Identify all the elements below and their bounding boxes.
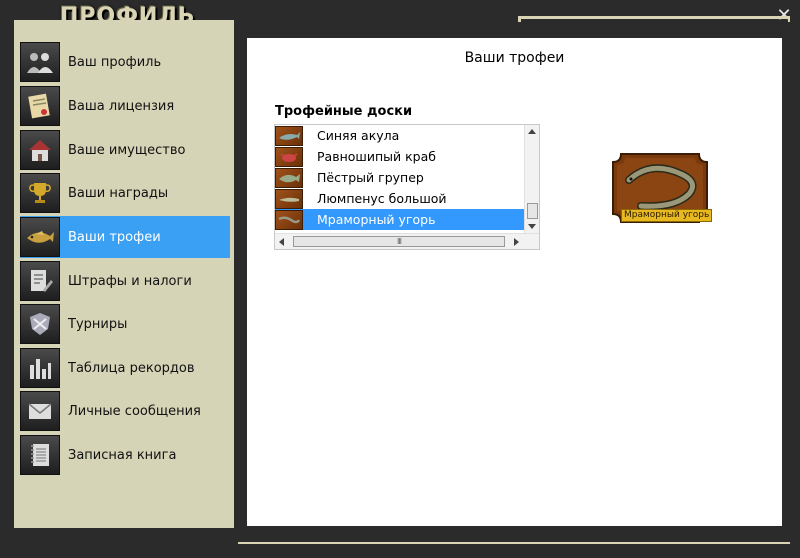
sidebar-item-trophies[interactable]: Ваши трофеи (20, 216, 230, 258)
sidebar: Ваш профиль Ваша лицензия Ваше имущество (14, 20, 234, 528)
sidebar-item-messages[interactable]: Личные сообщения (20, 390, 230, 432)
sidebar-item-notebook[interactable]: Записная книга (20, 434, 230, 476)
list-item[interactable]: Синяя акула (275, 125, 525, 146)
sidebar-item-label: Ваш профиль (68, 54, 162, 70)
page-title: Ваши трофеи (464, 50, 565, 66)
trophy-board-thumb-icon (275, 146, 303, 167)
trophy-cup-icon (20, 173, 60, 213)
trophy-board-thumb-icon (275, 167, 303, 188)
trophy-boards-list[interactable]: Синяя акула Равношипый краб Пёстрый груп… (274, 124, 540, 250)
sidebar-item-label: Ваша лицензия (68, 98, 175, 114)
fish-trophy-icon (20, 217, 60, 257)
sidebar-item-profile[interactable]: Ваш профиль (20, 41, 230, 83)
fine-document-icon (20, 261, 60, 301)
main-panel: Ваши трофеи Трофейные доски Синяя акула … (247, 38, 782, 526)
sidebar-item-tournaments[interactable]: Турниры (20, 303, 230, 345)
sidebar-item-label: Турниры (68, 316, 128, 332)
horizontal-scroll-thumb[interactable]: III (293, 236, 505, 247)
sidebar-item-records[interactable]: Таблица рекордов (20, 347, 230, 389)
scroll-down-arrow-icon[interactable] (528, 224, 536, 229)
list-item[interactable]: Равношипый краб (275, 146, 525, 167)
license-icon (20, 86, 60, 126)
users-icon (20, 42, 60, 82)
sidebar-item-label: Записная книга (68, 447, 177, 463)
scroll-right-arrow-icon[interactable] (514, 238, 519, 246)
trophy-board-thumb-icon (275, 209, 303, 230)
trophy-plaque-label: Мраморный угорь (621, 209, 713, 222)
horizontal-scrollbar[interactable]: III (275, 233, 539, 249)
sidebar-item-label: Ваши трофеи (68, 229, 161, 245)
sidebar-item-awards[interactable]: Ваши награды (20, 172, 230, 214)
sidebar-item-property[interactable]: Ваше имущество (20, 129, 230, 171)
scroll-up-arrow-icon[interactable] (528, 129, 536, 134)
sidebar-item-label: Ваше имущество (68, 142, 186, 158)
notebook-icon (20, 435, 60, 475)
sidebar-item-label: Таблица рекордов (68, 360, 195, 376)
vertical-scrollbar[interactable] (524, 125, 539, 233)
sidebar-item-license[interactable]: Ваша лицензия (20, 85, 230, 127)
scroll-left-arrow-icon[interactable] (279, 238, 284, 246)
list-item-label: Равношипый краб (317, 149, 436, 164)
boards-section-label: Трофейные доски (275, 104, 413, 119)
list-item-label: Мраморный угорь (317, 212, 436, 227)
bar-chart-icon (20, 348, 60, 388)
frame-decoration-top (520, 16, 790, 19)
sidebar-item-fines[interactable]: Штрафы и налоги (20, 260, 230, 302)
frame-decoration-bottom (238, 542, 790, 544)
list-item-label: Пёстрый групер (317, 170, 424, 185)
sidebar-item-label: Штрафы и налоги (68, 273, 192, 289)
sidebar-item-label: Личные сообщения (68, 403, 201, 419)
vertical-scroll-thumb[interactable] (527, 203, 538, 219)
list-item-label: Синяя акула (317, 128, 400, 143)
list-item-label: Люмпенус большой (317, 191, 447, 206)
tournament-emblem-icon (20, 304, 60, 344)
list-item[interactable]: Пёстрый групер (275, 167, 525, 188)
trophy-board-thumb-icon (275, 125, 303, 146)
list-item[interactable]: Люмпенус большой (275, 188, 525, 209)
trophy-board-thumb-icon (275, 188, 303, 209)
envelope-icon (20, 391, 60, 431)
house-icon (20, 130, 60, 170)
list-item[interactable]: Мраморный угорь (275, 209, 525, 230)
sidebar-item-label: Ваши награды (68, 185, 169, 201)
